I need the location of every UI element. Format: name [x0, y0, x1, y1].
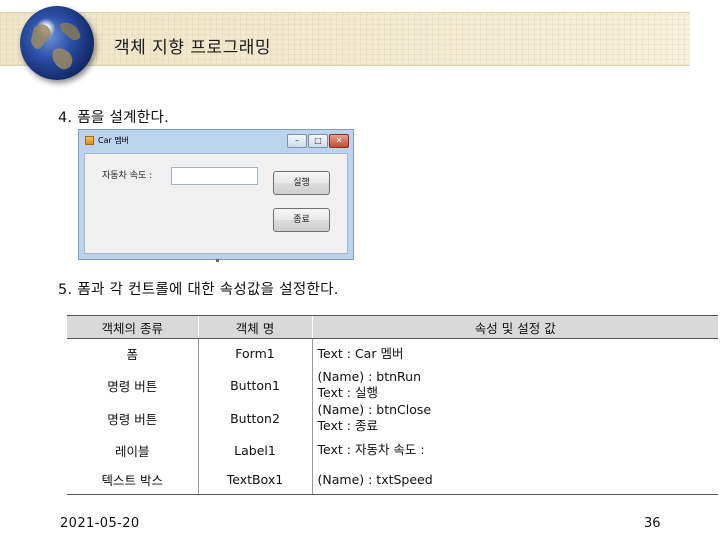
header-object-name: 객체 명: [197, 315, 312, 339]
cell-name: Label1: [197, 434, 312, 466]
step-5-heading: 5. 폼과 각 컨트롤에 대한 속성값을 설정한다.: [58, 282, 339, 298]
close-button[interactable]: 종료: [273, 208, 330, 232]
header-object-kind: 객체의 종류: [67, 315, 198, 339]
table-row: 레이블 Label1 Text : 자동차 속도 :: [67, 434, 718, 466]
cell-name: Button1: [197, 368, 312, 402]
page-title: 객체 지향 프로그래밍: [114, 38, 272, 58]
prop-line: (Name) : btnRun: [317, 369, 422, 384]
header-properties: 속성 및 설정 값: [311, 315, 718, 339]
window-title: Car 멤버: [98, 136, 130, 145]
cell-props: (Name) : txtSpeed: [311, 465, 718, 495]
globe-icon: [20, 6, 94, 80]
resize-grip[interactable]: [216, 259, 219, 262]
footer-date: 2021-05-20: [60, 516, 140, 531]
cell-props: (Name) : btnClose Text : 종료: [311, 401, 718, 435]
prop-line: Text : 실행: [317, 385, 378, 400]
speed-textbox[interactable]: [171, 167, 258, 185]
prop-line: Text : 자동차 속도 :: [317, 442, 425, 457]
cell-kind: 명령 버튼: [107, 411, 158, 427]
window-titlebar[interactable]: Car 멤버 – □ ✕: [79, 130, 353, 152]
cell-props: (Name) : btnRun Text : 실행: [311, 368, 718, 402]
cell-kind: 폼: [126, 347, 138, 363]
property-table: 객체의 종류 객체 명 속성 및 설정 값 폼 Form1 Text : Car…: [67, 315, 718, 495]
cell-props: Text : Car 멤버: [311, 338, 718, 369]
prop-line: Text : Car 멤버: [317, 345, 404, 361]
close-window-button[interactable]: ✕: [329, 134, 349, 148]
cell-kind: 텍스트 박스: [67, 465, 198, 495]
table-row: 명령 버튼 Button1 (Name) : btnRun Text : 실행: [67, 368, 718, 402]
table-row: 명령 버튼 Button2 (Name) : btnClose Text : 종…: [67, 401, 718, 435]
step-4-heading: 4. 폼을 설계한다.: [58, 110, 170, 126]
window-client-area: 자동차 속도 : 실행 종료: [84, 153, 348, 254]
cell-props: Text : 자동차 속도 :: [311, 434, 718, 466]
table-row: 폼 Form1 Text : Car 멤버: [67, 338, 718, 369]
cell-kind: 레이블: [114, 443, 150, 459]
header-band: [0, 12, 690, 66]
app-icon: [85, 136, 94, 145]
table-header-row: 객체의 종류 객체 명 속성 및 설정 값: [67, 315, 718, 339]
maximize-button[interactable]: □: [308, 134, 328, 148]
cell-name: TextBox1: [197, 465, 312, 495]
car-member-window: Car 멤버 – □ ✕ 자동차 속도 : 실행 종료: [78, 129, 354, 262]
page-number: 36: [644, 516, 661, 531]
minimize-button[interactable]: –: [287, 134, 307, 148]
cell-kind: 명령 버튼: [107, 378, 158, 394]
cell-name: Form1: [197, 338, 312, 369]
cell-name: Button2: [197, 401, 312, 435]
table-row: 텍스트 박스 TextBox1 (Name) : txtSpeed: [67, 465, 718, 495]
prop-line: (Name) : txtSpeed: [317, 471, 433, 487]
prop-line: (Name) : btnClose: [317, 402, 432, 417]
run-button[interactable]: 실행: [273, 171, 330, 195]
prop-line: Text : 종료: [317, 418, 378, 433]
speed-label: 자동차 속도 :: [102, 171, 153, 181]
